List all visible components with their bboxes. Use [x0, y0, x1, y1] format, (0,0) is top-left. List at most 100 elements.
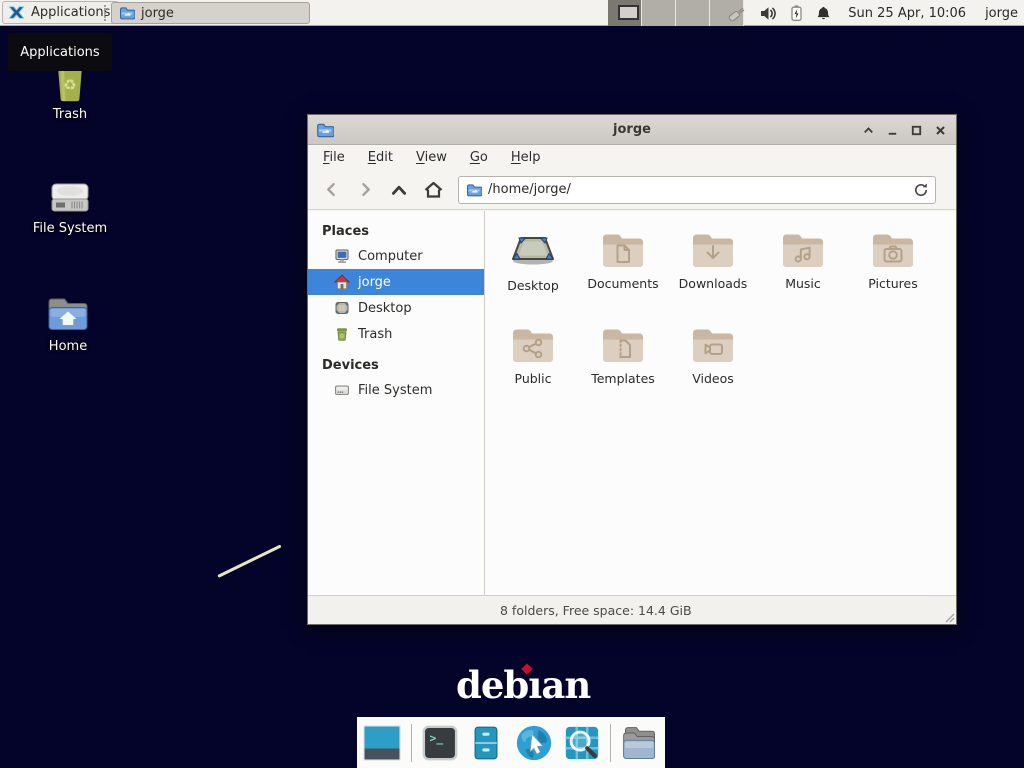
battery-icon[interactable]: [789, 4, 804, 22]
applications-tooltip: Applications: [8, 33, 112, 71]
desktop-icon-label: Trash: [30, 107, 110, 122]
terminal-icon: >_: [421, 724, 459, 762]
folder-icon: [466, 182, 482, 198]
file-item-label: Desktop: [490, 278, 576, 293]
file-item-templates[interactable]: Templates: [580, 324, 666, 386]
home-button[interactable]: [416, 175, 450, 205]
menu-view[interactable]: View: [416, 150, 447, 165]
folder-public-icon: [509, 324, 557, 366]
sidebar-item-file-system[interactable]: File System: [308, 377, 484, 403]
toolbar: [308, 170, 956, 210]
sidebar-item-computer[interactable]: Computer: [308, 243, 484, 269]
file-item-label: Music: [760, 276, 846, 291]
volume-icon[interactable]: [759, 4, 778, 23]
home-folder-icon: [44, 292, 92, 336]
application-finder-launcher[interactable]: [563, 723, 601, 763]
file-item-label: Videos: [670, 371, 756, 386]
desktop: Applications jorge: [0, 0, 1024, 768]
statusbar: 8 folders, Free space: 14.4 GiB: [308, 595, 956, 624]
terminal-launcher[interactable]: >_: [421, 723, 459, 763]
file-item-pictures[interactable]: Pictures: [850, 229, 936, 291]
desktop-icon: [334, 300, 350, 316]
web-browser-globe-icon: [514, 722, 554, 764]
menu-go[interactable]: Go: [470, 150, 488, 165]
desktop-icon-home[interactable]: Home: [28, 292, 108, 354]
taskbar-window-label: jorge: [141, 6, 174, 21]
titlebar[interactable]: jorge: [308, 115, 956, 145]
file-item-public[interactable]: Public: [490, 324, 576, 386]
directory-menu-launcher[interactable]: [620, 723, 660, 763]
web-browser-launcher[interactable]: [514, 723, 554, 763]
clock[interactable]: Sun 25 Apr, 10:06: [848, 6, 966, 21]
pathbar: [458, 176, 936, 204]
dock-separator: [610, 724, 611, 762]
file-item-documents[interactable]: Documents: [580, 229, 666, 291]
back-button[interactable]: [314, 175, 348, 205]
top-panel: Applications jorge: [0, 0, 1024, 26]
path-input[interactable]: [488, 182, 905, 197]
sidebar-item-label: Computer: [358, 249, 423, 264]
debian-logo: debıan: [456, 662, 586, 708]
xfce-logo-icon: [7, 3, 26, 22]
window-controls: [861, 115, 948, 145]
minimize-button[interactable]: [885, 123, 900, 138]
show-desktop-button[interactable]: [362, 723, 402, 763]
user-home-icon: [334, 274, 350, 290]
dock: >_: [357, 717, 665, 768]
maximize-button[interactable]: [909, 123, 924, 138]
applications-menu-label: Applications: [31, 5, 110, 20]
sidebar-item-label: Trash: [358, 327, 392, 342]
panel-separator-handle: [104, 5, 106, 21]
menu-help[interactable]: Help: [511, 150, 541, 165]
menu-edit[interactable]: Edit: [368, 150, 393, 165]
reload-button[interactable]: [912, 181, 930, 203]
file-item-desktop[interactable]: Desktop: [490, 229, 576, 293]
shade-button[interactable]: [861, 123, 876, 138]
forward-button[interactable]: [348, 175, 382, 205]
computer-icon: [334, 248, 350, 264]
close-button[interactable]: [933, 123, 948, 138]
sidebar-devices-header: Devices: [308, 353, 484, 377]
workspace-switcher: [608, 0, 744, 26]
file-manager-launcher[interactable]: [468, 723, 505, 763]
taskbar-window-button[interactable]: jorge: [111, 2, 310, 24]
file-item-label: Public: [490, 371, 576, 386]
desktop-icon-file-system[interactable]: File System: [30, 172, 110, 236]
drive-icon: [46, 172, 94, 218]
workspace-2[interactable]: [642, 0, 676, 26]
resize-grip[interactable]: [943, 611, 955, 623]
file-cabinet-icon: [468, 724, 504, 762]
up-button[interactable]: [382, 175, 416, 205]
sidebar-item-trash[interactable]: ♻ Trash: [308, 321, 484, 347]
desktop-icon-label: File System: [30, 221, 110, 236]
desktop-icon: [509, 229, 557, 273]
sidebar: Places Computer jo: [308, 211, 485, 595]
back-icon: [323, 181, 340, 198]
system-tray: Sun 25 Apr, 10:06 jorge: [727, 0, 1018, 26]
network-icon[interactable]: [727, 3, 748, 24]
applications-menu-button[interactable]: Applications: [2, 1, 119, 24]
dock-separator: [411, 724, 412, 762]
sidebar-item-desktop[interactable]: Desktop: [308, 295, 484, 321]
menu-file[interactable]: File: [323, 150, 345, 165]
file-pane[interactable]: Desktop Documents: [486, 211, 956, 595]
svg-text:>_: >_: [429, 731, 443, 746]
file-item-videos[interactable]: Videos: [670, 324, 756, 386]
file-item-music[interactable]: Music: [760, 229, 846, 291]
user-menu[interactable]: jorge: [985, 6, 1018, 21]
show-desktop-icon: [362, 724, 402, 762]
file-item-downloads[interactable]: Downloads: [670, 229, 756, 291]
workspace-3[interactable]: [676, 0, 710, 26]
sidebar-item-jorge[interactable]: jorge: [308, 269, 484, 295]
sidebar-item-label: File System: [358, 383, 432, 398]
home-icon: [423, 180, 444, 200]
workspace-window-preview: [618, 5, 639, 20]
window-title: jorge: [308, 122, 956, 137]
statusbar-text: 8 folders, Free space: 14.4 GiB: [486, 603, 692, 618]
folder-videos-icon: [689, 324, 737, 366]
trash-icon: ♻: [334, 326, 350, 342]
notifications-bell-icon[interactable]: [815, 5, 832, 22]
window-body: Places Computer jo: [308, 211, 956, 595]
workspace-1[interactable]: [608, 0, 642, 26]
sidebar-item-label: jorge: [358, 275, 391, 290]
